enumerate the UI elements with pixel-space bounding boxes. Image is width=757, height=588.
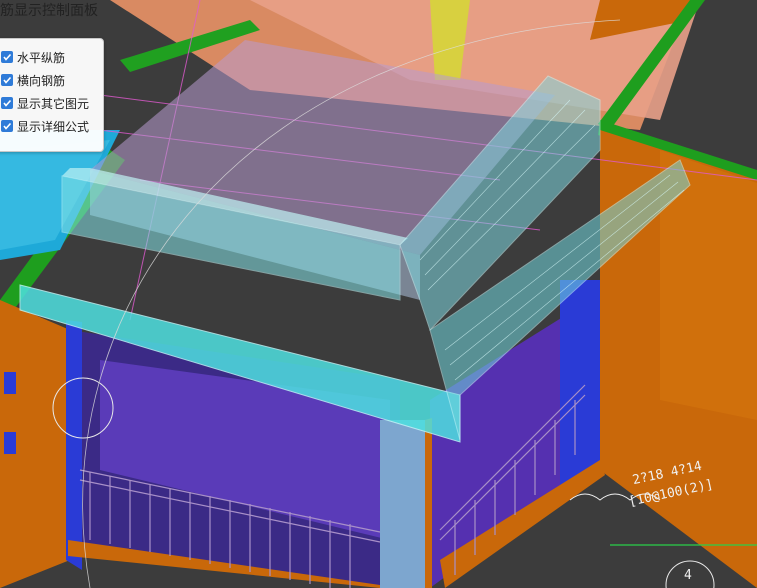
panel-title: 筋显示控制面板: [0, 3, 98, 19]
viewport-3d[interactable]: 2?18 4?14 [10@100(2)] 4: [0, 0, 757, 588]
left-window-2: [4, 432, 16, 454]
left-window-1: [4, 372, 16, 394]
option-show-other-elements[interactable]: 显示其它图元: [1, 94, 89, 112]
option-label: 水平纵筋: [17, 50, 66, 65]
column-center-edge: [425, 418, 432, 588]
option-horizontal-rebar[interactable]: 水平纵筋: [1, 48, 65, 66]
option-label: 显示其它图元: [17, 96, 90, 111]
option-label: 显示详细公式: [17, 119, 90, 134]
column-left: [66, 320, 82, 570]
checkbox-horizontal-rebar[interactable]: [1, 51, 13, 63]
checkbox-show-other-elements[interactable]: [1, 97, 13, 109]
option-show-detailed-formula[interactable]: 显示详细公式: [1, 117, 89, 135]
grid-number-label: 4: [684, 568, 692, 583]
column-center: [380, 420, 425, 588]
checkbox-show-detailed-formula[interactable]: [1, 120, 13, 132]
option-label: 横向钢筋: [17, 73, 66, 88]
rebar-display-panel: 水平纵筋 横向钢筋 显示其它图元 显示详细公式: [0, 38, 104, 152]
option-transverse-rebar[interactable]: 横向钢筋: [1, 71, 65, 89]
checkbox-transverse-rebar[interactable]: [1, 74, 13, 86]
